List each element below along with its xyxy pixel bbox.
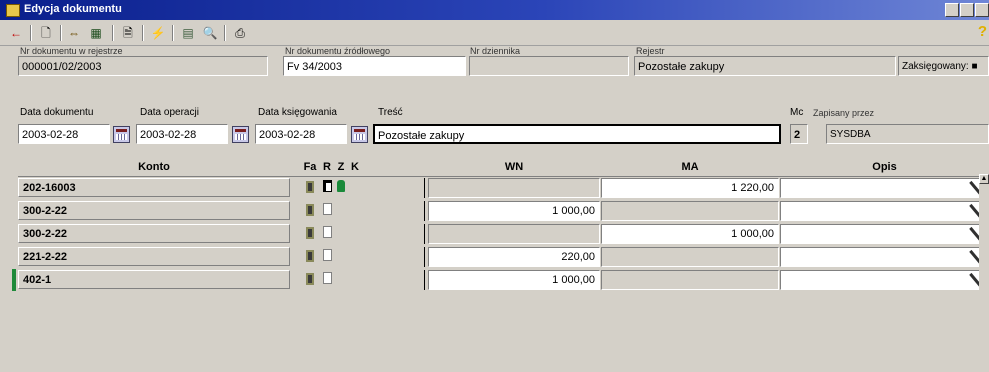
data-ksiegowania-field[interactable]: 2003-02-28 (255, 124, 347, 144)
window-title: Edycja dokumentu (24, 3, 122, 15)
nr-rejestr-field[interactable]: 000001/02/2003 (18, 56, 268, 76)
filter-icon[interactable]: ⚡ (148, 25, 168, 41)
zapisany-label: Zapisany przez (813, 108, 875, 118)
stamp-icon[interactable]: ▤ (178, 25, 198, 41)
konto-cell[interactable]: 300-2-22 (18, 201, 290, 220)
current-row-marker (12, 269, 16, 291)
money-bag-icon[interactable] (337, 180, 348, 194)
zoom-icon[interactable]: 🔍 (200, 25, 220, 41)
konto-cell[interactable]: 402-1 (18, 270, 290, 289)
col-opis[interactable]: Opis (780, 161, 989, 173)
ma-cell[interactable]: 1 000,00 (601, 224, 779, 244)
table-row[interactable]: 221-2-22 220,00 (18, 246, 989, 268)
opis-cell[interactable] (780, 178, 989, 198)
col-r[interactable]: R (321, 161, 333, 173)
data-dokumentu-field[interactable]: 2003-02-28 (18, 124, 110, 144)
konto-cell[interactable]: 300-2-22 (18, 224, 290, 243)
invoice-icon[interactable] (304, 226, 316, 240)
nr-dziennika-label: Nr dziennika (470, 46, 521, 56)
copy-icon[interactable]: 🗎 (118, 25, 138, 41)
ma-cell[interactable]: 1 220,00 (601, 178, 779, 198)
zaksiegowany-label: Zaksięgowany (902, 61, 966, 72)
data-ksiegowania-label: Data księgowania (258, 107, 337, 118)
ma-cell[interactable] (601, 247, 779, 267)
opis-cell[interactable] (780, 224, 989, 244)
table-row[interactable]: 202-16003 1 220,00 (18, 177, 989, 199)
wn-cell[interactable]: 1 000,00 (428, 270, 600, 290)
konto-cell[interactable]: 202-16003 (18, 178, 290, 197)
invoice-icon[interactable] (304, 203, 316, 217)
nr-zrodlowy-label: Nr dokumentu źródłowego (285, 46, 391, 56)
wn-cell[interactable] (428, 224, 600, 244)
ma-cell[interactable] (601, 201, 779, 221)
grid-scrollbar[interactable]: ▲ (979, 174, 989, 312)
table-row[interactable]: 402-1 1 000,00 (12, 269, 989, 291)
transfer-icon[interactable]: ⇔ (64, 25, 84, 41)
nr-dziennika-field[interactable] (469, 56, 629, 76)
document-icon[interactable] (323, 249, 334, 263)
rejestr-label: Rejestr (636, 46, 665, 56)
invoice-icon[interactable] (304, 180, 316, 194)
wn-cell[interactable] (428, 178, 600, 198)
document-icon[interactable] (323, 226, 334, 240)
konto-cell[interactable]: 221-2-22 (18, 247, 290, 266)
window-titlebar: Edycja dokumentu (0, 0, 989, 20)
wn-cell[interactable]: 220,00 (428, 247, 600, 267)
app-icon (6, 4, 20, 17)
col-konto[interactable]: Konto (18, 161, 290, 173)
help-icon[interactable]: ? (978, 23, 987, 40)
table-row[interactable]: 300-2-22 1 000,00 (18, 200, 989, 222)
table-row[interactable]: 300-2-22 1 000,00 (18, 223, 989, 245)
ma-cell[interactable] (601, 270, 779, 290)
calendar-icon[interactable] (113, 126, 130, 143)
back-arrow-icon[interactable]: ← (6, 25, 26, 41)
mc-label: Mc (790, 107, 804, 118)
print-icon[interactable]: ⎙ (230, 25, 250, 41)
calendar-icon[interactable] (351, 126, 368, 143)
document-icon[interactable] (323, 180, 334, 194)
maximize-button[interactable] (960, 3, 974, 17)
mc-field: 2 (790, 124, 808, 144)
invoice-icon[interactable] (304, 249, 316, 263)
window-controls (944, 3, 989, 17)
opis-cell[interactable] (780, 247, 989, 267)
tresc-field[interactable]: Pozostałe zakupy (373, 124, 781, 144)
col-ma[interactable]: MA (601, 161, 779, 173)
document-icon[interactable] (323, 272, 334, 286)
wn-cell[interactable]: 1 000,00 (428, 201, 600, 221)
document-icon[interactable] (323, 203, 334, 217)
zapisany-field: SYSDBA (826, 124, 989, 144)
nr-rejestr-label: Nr dokumentu w rejestrze (20, 46, 123, 56)
col-fa[interactable]: Fa (301, 161, 319, 173)
zaksiegowany-checkbox[interactable]: Zaksięgowany: ■ (898, 56, 989, 76)
col-wn[interactable]: WN (428, 161, 600, 173)
minimize-button[interactable] (945, 3, 959, 17)
opis-cell[interactable] (780, 201, 989, 221)
new-document-icon[interactable]: 🗋 (36, 25, 56, 41)
col-z[interactable]: Z (335, 161, 347, 173)
toolbar: ← 🗋 ⇔ ▦ 🗎 ⚡ ▤ 🔍 ⎙ ? (0, 21, 989, 46)
nr-zrodlowy-field[interactable]: Fv 34/2003 (283, 56, 466, 76)
opis-cell[interactable] (780, 270, 989, 290)
calendar-icon[interactable] (232, 126, 249, 143)
rejestr-field[interactable]: Pozostałe zakupy (634, 56, 896, 76)
data-dokumentu-label: Data dokumentu (20, 107, 94, 118)
col-k[interactable]: K (349, 161, 361, 173)
invoice-icon[interactable] (304, 272, 316, 286)
data-operacji-label: Data operacji (140, 107, 199, 118)
edit-icon[interactable]: ▦ (86, 25, 106, 41)
close-button[interactable] (975, 3, 989, 17)
grid-header: Konto Fa R Z K WN MA Opis (18, 160, 989, 177)
tresc-label: Treść (378, 107, 403, 118)
data-operacji-field[interactable]: 2003-02-28 (136, 124, 228, 144)
scroll-up-icon[interactable]: ▲ (979, 174, 989, 184)
